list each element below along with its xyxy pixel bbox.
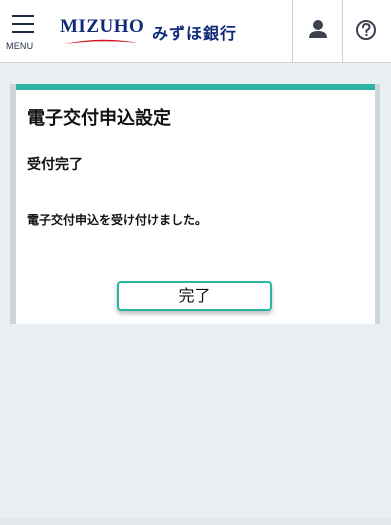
- page-title: 電子交付申込設定: [27, 108, 171, 129]
- completion-message: 電子交付申込を受け付けました。: [27, 213, 208, 227]
- app-header: MENU MIZUHO みずほ銀行: [0, 0, 391, 63]
- done-button[interactable]: 完了: [117, 281, 272, 311]
- section-heading: 受付完了: [27, 157, 83, 173]
- help-button[interactable]: [343, 0, 391, 62]
- user-icon: [309, 20, 327, 38]
- footer-strip: [0, 518, 391, 525]
- header-divider: [292, 0, 293, 62]
- account-button[interactable]: [294, 0, 342, 62]
- menu-label: MENU: [6, 41, 34, 51]
- mizuho-logo: MIZUHO みずほ銀行: [60, 14, 260, 48]
- menu-button[interactable]: MENU: [6, 12, 44, 56]
- help-icon: [356, 20, 376, 40]
- logo-english-text: MIZUHO: [60, 16, 145, 37]
- logo-japanese-text: みずほ銀行: [152, 24, 238, 43]
- completion-card: 電子交付申込設定 受付完了 電子交付申込を受け付けました。 完了: [16, 84, 375, 324]
- logo-swoosh: [64, 39, 138, 44]
- hamburger-icon: [12, 15, 34, 33]
